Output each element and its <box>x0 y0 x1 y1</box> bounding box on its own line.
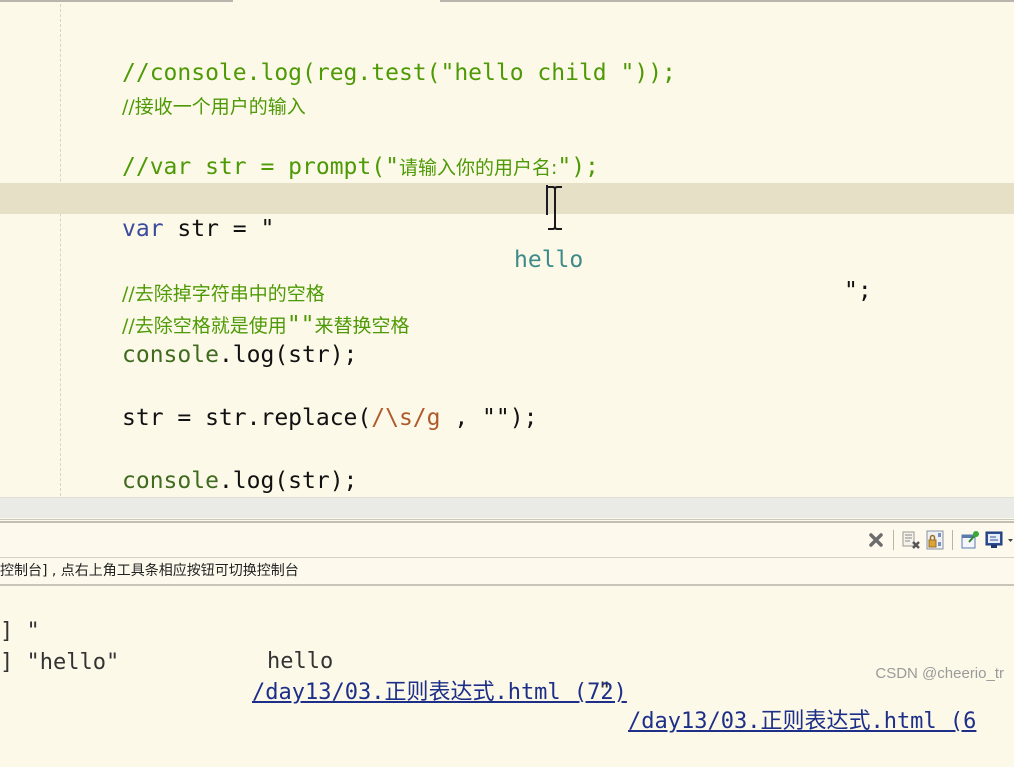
display-console-icon[interactable] <box>984 530 1004 550</box>
comment-prefix: //var str = prompt(" <box>122 154 399 180</box>
view-menu-icon[interactable] <box>1008 530 1014 550</box>
code-line-8[interactable]: str = str.replace(/\s/g , ""); <box>0 372 1014 431</box>
statement: console.log(str); <box>122 466 357 497</box>
call-rest: .log(str); <box>218 468 358 494</box>
code-editor[interactable]: //console.log(reg.test("hello child "));… <box>0 2 1014 496</box>
console-toolbar <box>0 523 1014 557</box>
source-link[interactable]: /day13/03.正则表达式.html (6 <box>628 707 976 737</box>
source-link[interactable]: /day13/03.正则表达式.html (72) <box>252 678 627 708</box>
pin-console-icon[interactable] <box>960 530 980 550</box>
code-line-7[interactable]: console.log(str); <box>0 309 1014 368</box>
ibeam-cursor-icon <box>548 186 562 230</box>
call-rest: , ""); <box>440 405 538 431</box>
code-line-5[interactable]: //去除掉字符串中的空格 <box>0 247 1014 305</box>
regex-literal: /\s/g <box>371 405 441 431</box>
code-line-1[interactable]: //console.log(reg.test("hello child ")); <box>0 27 1014 86</box>
console-hint-text: 控制台] , 点右上角工具条相应按钮可切换控制台 <box>0 558 1014 584</box>
console-output-line-1: ] " hello " /day13/03.正则表达式.html (6 <box>0 587 1014 734</box>
code-line-2[interactable]: //接收一个用户的输入 <box>0 90 1014 121</box>
toolbar-separator <box>893 530 894 550</box>
console-object: console <box>122 342 219 368</box>
scroll-lock-icon[interactable] <box>925 530 945 550</box>
statement: str = str.replace(/\s/g , ""); <box>122 403 537 434</box>
code-line-4-current[interactable]: var str = " hello "; <box>0 183 1014 304</box>
clear-console-icon[interactable] <box>866 530 886 550</box>
output-prefix: ] "hello" <box>0 650 120 675</box>
statement: console.log(str); <box>122 340 357 371</box>
horizontal-scrollbar[interactable] <box>0 497 1014 518</box>
call-rest: .log(str); <box>218 342 358 368</box>
comment-suffix: "); <box>557 154 599 180</box>
remove-launch-icon[interactable] <box>901 530 921 550</box>
comment-text: //console.log(reg.test("hello child ")); <box>122 60 676 86</box>
keyword-var: var <box>122 216 164 242</box>
code-line-9[interactable]: console.log(str); <box>0 435 1014 494</box>
console-object: console <box>122 468 219 494</box>
comment-cjk: 请输入你的用户名: <box>398 157 558 179</box>
console-output[interactable]: ] " hello " /day13/03.正则表达式.html (6 ] "h… <box>0 586 1014 734</box>
watermark: CSDN @cheerio_tr <box>875 665 1004 682</box>
assignment: str = str.replace( <box>122 405 372 431</box>
console-output-line-2: ] "hello" /day13/03.正则表达式.html (72) <box>0 618 1014 705</box>
toolbar-separator <box>952 530 953 550</box>
comment-text: //var str = prompt("请输入你的用户名:"); <box>122 152 599 184</box>
output-value: hello <box>267 649 334 674</box>
comment-text: //接收一个用户的输入 <box>122 96 306 118</box>
divider <box>0 519 1014 520</box>
code-line-6[interactable]: //去除空格就是使用""来替换空格 <box>0 279 1014 338</box>
var-declaration: var str = " <box>122 214 274 245</box>
code-line-3[interactable]: //var str = prompt("请输入你的用户名:"); <box>0 121 1014 180</box>
identifier: str = " <box>163 216 275 242</box>
